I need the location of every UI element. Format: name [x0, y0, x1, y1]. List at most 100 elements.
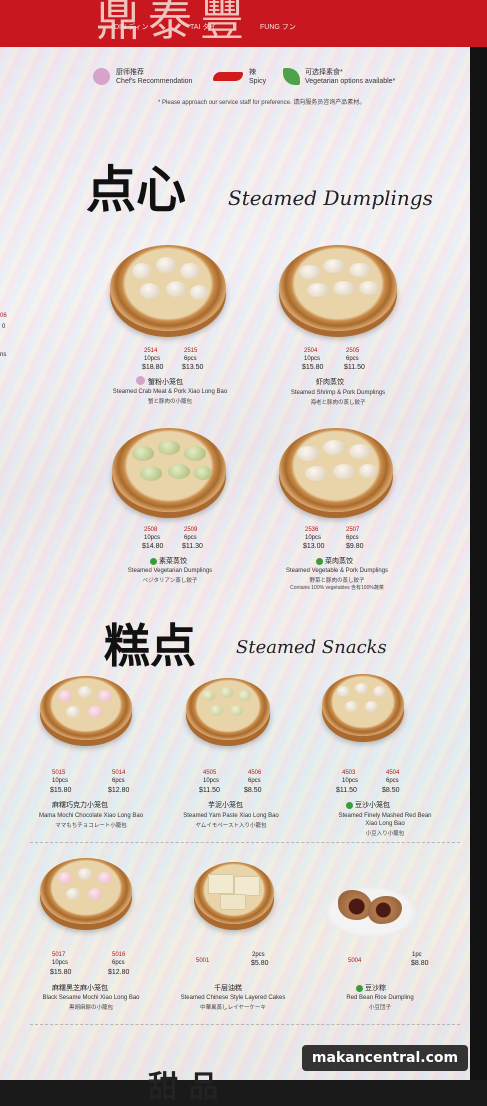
left-cut-code: 06: [0, 313, 7, 319]
item-name-jp: 蟹と豚肉の小籠包: [147, 399, 192, 405]
item-pcs: 10pcs: [305, 535, 322, 541]
row-divider: [30, 1024, 460, 1025]
item-pcs: 10pcs: [144, 356, 161, 362]
item-pcs: 6pcs: [346, 535, 359, 541]
item-name-cn: 豆沙小笼包: [346, 800, 390, 810]
chef-label-en: Chef's Recommendation: [116, 78, 193, 85]
item-pcs: 6pcs: [346, 356, 359, 362]
item-name-cn: 芋泥小笼包: [208, 802, 243, 809]
chef-label-cn: 厨师推荐: [116, 69, 144, 76]
item-name-en: Steamed Chinese Style Layered Cakes: [180, 995, 286, 1001]
item-pcs: 10pcs: [144, 535, 161, 541]
item-pcs: 2pcs: [252, 952, 265, 958]
layered-cake: [208, 874, 234, 894]
item-name-cn: 千层油糕: [214, 985, 242, 992]
chili-pepper-icon: [213, 72, 243, 81]
item-code: 5016: [112, 952, 126, 958]
chef-recommendation-icon: [93, 68, 110, 85]
item-name-cn: 豆沙粽: [356, 983, 386, 993]
leaf-icon: [150, 557, 157, 565]
veg-label-en: Vegetarian options available*: [305, 78, 396, 85]
banner-sub-tai: TAI タイ: [190, 24, 217, 31]
item-code: 5004: [348, 958, 362, 964]
item-name-jp: 黒胡麻餅の小籠包: [68, 1005, 113, 1011]
snack-steamer-photo: [194, 862, 274, 924]
item-price: $11.50: [344, 364, 365, 371]
item-code: 2507: [346, 527, 360, 533]
item-name-jp: ママもちチョコレート小籠包: [55, 823, 127, 829]
dumpling-steamer-photo: [279, 428, 393, 512]
item-pcs: 6pcs: [386, 778, 399, 784]
plate-photo: [324, 886, 418, 938]
item-name-jp: ヤムイモペースト入り小籠包: [195, 823, 267, 829]
item-pcs: 6pcs: [112, 960, 125, 966]
item-pcs: 10pcs: [304, 356, 321, 362]
spicy-label-en: Spicy: [249, 78, 267, 85]
left-cut-name: ns: [0, 352, 7, 358]
item-price: $12.80: [108, 787, 130, 794]
leaf-icon: [346, 801, 353, 809]
item-pcs: 10pcs: [52, 778, 69, 784]
section-title-cn-dumplings: 点心: [86, 160, 186, 219]
layered-cake: [234, 876, 260, 896]
item-note: Contains 100% vegetables 含有100%蔬菜: [290, 585, 384, 591]
item-name-jp: 中華風蒸しレイヤーケーキ: [200, 1005, 266, 1011]
item-code: 2505: [346, 348, 360, 354]
item-name-en: Steamed Crab Meat & Pork Xiao Long Bao: [112, 389, 228, 395]
banner-sub-din: DIN ディン: [114, 24, 149, 31]
item-code: 4504: [386, 770, 400, 776]
watermark: makancentral.com: [302, 1045, 468, 1071]
spicy-label-cn: 辣: [249, 69, 256, 76]
item-price: $12.80: [108, 969, 130, 976]
item-name-cn: 菜肉蒸饺: [316, 556, 353, 566]
item-name-jp: 海老と豚肉の蒸し餃子: [310, 400, 366, 406]
section-title-en-dumplings: Steamed Dumplings: [228, 186, 433, 210]
section-title-en-snacks: Steamed Snacks: [236, 637, 387, 658]
banner-sub-fung: FUNG フン: [260, 24, 296, 31]
item-name-jp: 小豆入り小籠包: [365, 831, 405, 837]
item-pcs: 6pcs: [112, 778, 125, 784]
item-price: $13.00: [303, 543, 325, 550]
item-code: 2514: [144, 348, 158, 354]
item-price: $11.30: [182, 543, 203, 550]
dumpling-steamer-photo: [279, 245, 397, 331]
rice-dumpling: [338, 890, 372, 920]
item-name-en: Mama Mochi Chocolate Xiao Long Bao: [38, 813, 144, 819]
next-section-title-cut: 甜 品: [148, 1070, 219, 1105]
item-name-cn: 蟹粉小笼包: [148, 379, 183, 386]
item-code: 2536: [305, 527, 319, 533]
item-code: 2515: [184, 348, 198, 354]
item-pcs: 6pcs: [184, 356, 197, 362]
item-name-en: Steamed Yam Paste Xiao Long Bao: [183, 813, 279, 819]
rice-dumpling: [368, 896, 402, 924]
item-code: 2509: [184, 527, 198, 533]
layered-cake: [220, 894, 246, 910]
item-price: $9.80: [346, 543, 364, 550]
item-price: $11.50: [199, 787, 220, 794]
item-name-en: Steamed Vegetable & Pork Dumplings: [285, 568, 389, 574]
item-name-en: Black Sesame Mochi Xiao Long Bao: [42, 995, 140, 1001]
item-price: $14.80: [142, 543, 164, 550]
item-pcs: 10pcs: [52, 960, 69, 966]
item-code: 4506: [248, 770, 262, 776]
row-divider: [30, 842, 460, 843]
item-name-en: Red Bean Rice Dumpling: [346, 995, 414, 1001]
chef-recommendation-icon: [136, 376, 145, 385]
restaurant-banner: 鼎泰豐 DIN ディン TAI タイ FUNG フン: [0, 0, 487, 47]
item-price: $11.50: [336, 787, 357, 794]
item-name-cn: 虾肉蒸饺: [316, 379, 344, 386]
item-code: 5014: [112, 770, 126, 776]
item-price: $8.50: [382, 787, 400, 794]
item-name-en-line2: Xiao Long Bao: [365, 821, 405, 827]
left-cut-price: 0: [2, 324, 6, 330]
item-name-en: Steamed Shrimp & Pork Dumplings: [290, 390, 386, 396]
item-name-en: Steamed Vegetarian Dumplings: [127, 568, 213, 574]
item-price: $13.50: [182, 364, 204, 371]
item-price: $8.80: [411, 960, 429, 967]
item-price: $15.80: [50, 969, 72, 976]
item-name-cn: 麻糬黑芝麻小笼包: [52, 985, 108, 992]
item-code: 5015: [52, 770, 66, 776]
item-price: $5.80: [251, 960, 269, 967]
leaf-icon: [316, 557, 323, 565]
snack-steamer-photo: [186, 678, 270, 740]
